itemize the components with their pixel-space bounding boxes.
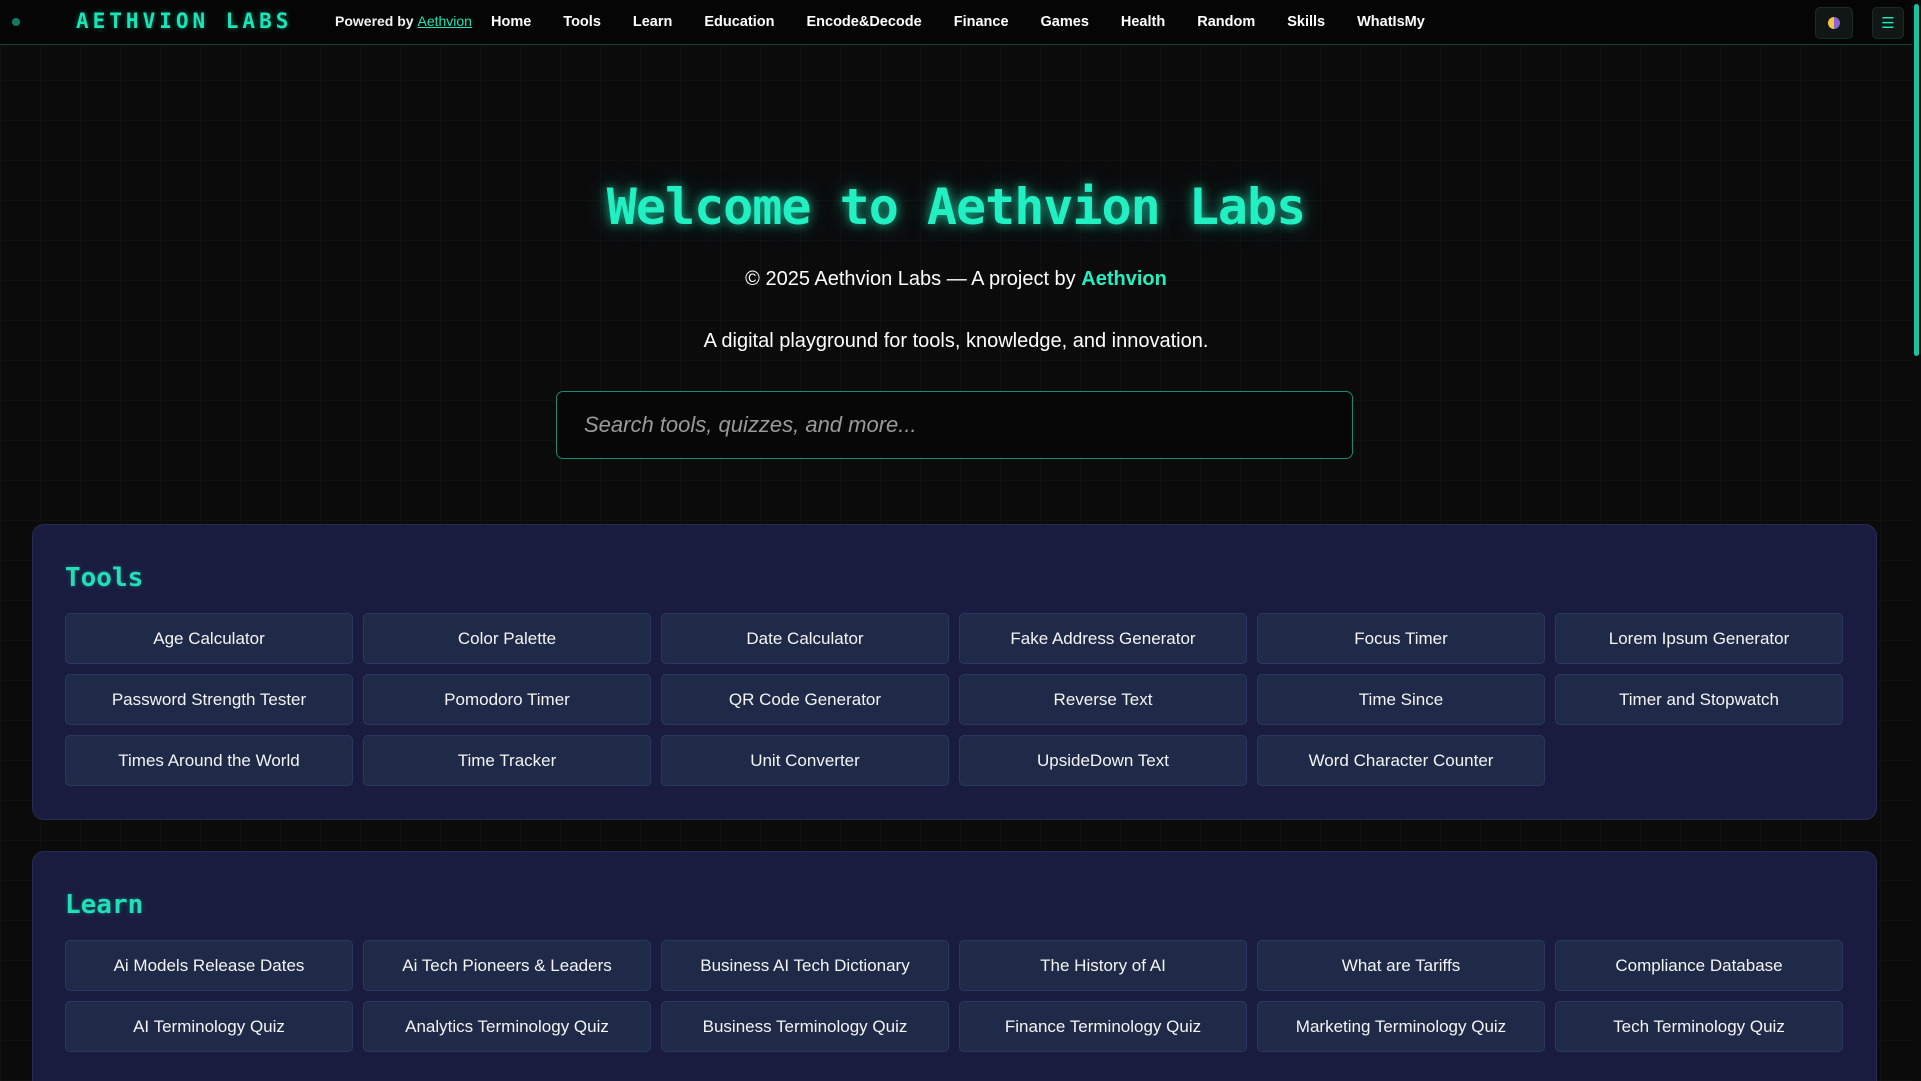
nav-whatismy[interactable]: WhatIsMy xyxy=(1357,14,1425,30)
tool-tile[interactable]: Unit Converter xyxy=(661,735,949,786)
nav-finance[interactable]: Finance xyxy=(954,14,1009,30)
tool-tile[interactable]: QR Code Generator xyxy=(661,674,949,725)
learn-tile[interactable]: Compliance Database xyxy=(1555,940,1843,991)
menu-button[interactable]: ☰ xyxy=(1872,7,1904,39)
tool-tile[interactable]: Word Character Counter xyxy=(1257,735,1545,786)
nav-education[interactable]: Education xyxy=(704,14,774,30)
tools-section: Tools Age Calculator Color Palette Date … xyxy=(32,524,1877,820)
tool-tile[interactable]: Lorem Ipsum Generator xyxy=(1555,613,1843,664)
tools-grid: Age Calculator Color Palette Date Calcul… xyxy=(65,613,1843,786)
site-logo[interactable]: AETHVION LABS xyxy=(76,9,292,33)
nav-health[interactable]: Health xyxy=(1121,14,1165,30)
tool-tile[interactable]: Fake Address Generator xyxy=(959,613,1247,664)
tool-tile[interactable]: Color Palette xyxy=(363,613,651,664)
learn-tile[interactable]: What are Tariffs xyxy=(1257,940,1545,991)
scrollbar-thumb[interactable] xyxy=(1914,4,1919,356)
learn-tile[interactable]: Business AI Tech Dictionary xyxy=(661,940,949,991)
learn-tile[interactable]: Analytics Terminology Quiz xyxy=(363,1001,651,1052)
hero-tagline: A digital playground for tools, knowledg… xyxy=(703,330,1209,352)
tool-tile[interactable]: Times Around the World xyxy=(65,735,353,786)
theme-toggle-icon xyxy=(1828,17,1840,29)
learn-tile[interactable]: Ai Models Release Dates xyxy=(65,940,353,991)
learn-tile[interactable]: Finance Terminology Quiz xyxy=(959,1001,1247,1052)
nav-learn[interactable]: Learn xyxy=(633,14,673,30)
top-nav-bar: AETHVION LABS Powered by Aethvion Home T… xyxy=(0,0,1912,45)
main-nav: Home Tools Learn Education Encode&Decode… xyxy=(491,0,1457,44)
tool-tile[interactable]: Focus Timer xyxy=(1257,613,1545,664)
learn-tile[interactable]: AI Terminology Quiz xyxy=(65,1001,353,1052)
tool-tile[interactable]: Timer and Stopwatch xyxy=(1555,674,1843,725)
nav-games[interactable]: Games xyxy=(1041,14,1089,30)
powered-by-label: Powered by xyxy=(335,13,414,29)
powered-by: Powered by Aethvion xyxy=(335,13,472,29)
section-title-tools: Tools xyxy=(65,563,144,593)
status-dot-icon xyxy=(12,18,20,26)
learn-tile[interactable]: Marketing Terminology Quiz xyxy=(1257,1001,1545,1052)
tool-tile[interactable]: Time Since xyxy=(1257,674,1545,725)
tool-tile[interactable]: Age Calculator xyxy=(65,613,353,664)
tool-tile[interactable]: Date Calculator xyxy=(661,613,949,664)
nav-random[interactable]: Random xyxy=(1197,14,1255,30)
search-box[interactable] xyxy=(556,391,1353,459)
tool-tile[interactable]: Password Strength Tester xyxy=(65,674,353,725)
copyright-text: © 2025 Aethvion Labs — A project by xyxy=(745,268,1076,290)
nav-tools[interactable]: Tools xyxy=(563,14,601,30)
nav-skills[interactable]: Skills xyxy=(1287,14,1325,30)
tool-tile[interactable]: Reverse Text xyxy=(959,674,1247,725)
learn-section: Learn Ai Models Release Dates Ai Tech Pi… xyxy=(32,851,1877,1081)
learn-tile[interactable]: Tech Terminology Quiz xyxy=(1555,1001,1843,1052)
powered-by-link[interactable]: Aethvion xyxy=(417,13,471,29)
learn-tile[interactable]: Business Terminology Quiz xyxy=(661,1001,949,1052)
learn-tile[interactable]: The History of AI xyxy=(959,940,1247,991)
copyright-brand-link[interactable]: Aethvion xyxy=(1081,268,1167,290)
nav-encode-decode[interactable]: Encode&Decode xyxy=(806,14,921,30)
hamburger-menu-icon: ☰ xyxy=(1881,14,1895,32)
learn-grid: Ai Models Release Dates Ai Tech Pioneers… xyxy=(65,940,1843,1052)
tool-tile[interactable]: UpsideDown Text xyxy=(959,735,1247,786)
section-title-learn: Learn xyxy=(65,890,144,920)
hero-copyright: © 2025 Aethvion Labs — A project by Aeth… xyxy=(0,268,1912,291)
search-input[interactable] xyxy=(582,411,1352,439)
learn-tile[interactable]: Ai Tech Pioneers & Leaders xyxy=(363,940,651,991)
nav-home[interactable]: Home xyxy=(491,14,531,30)
theme-toggle-button[interactable] xyxy=(1815,7,1853,39)
tool-tile[interactable]: Time Tracker xyxy=(363,735,651,786)
tool-tile[interactable]: Pomodoro Timer xyxy=(363,674,651,725)
hero-title: Welcome to Aethvion Labs xyxy=(606,178,1306,236)
